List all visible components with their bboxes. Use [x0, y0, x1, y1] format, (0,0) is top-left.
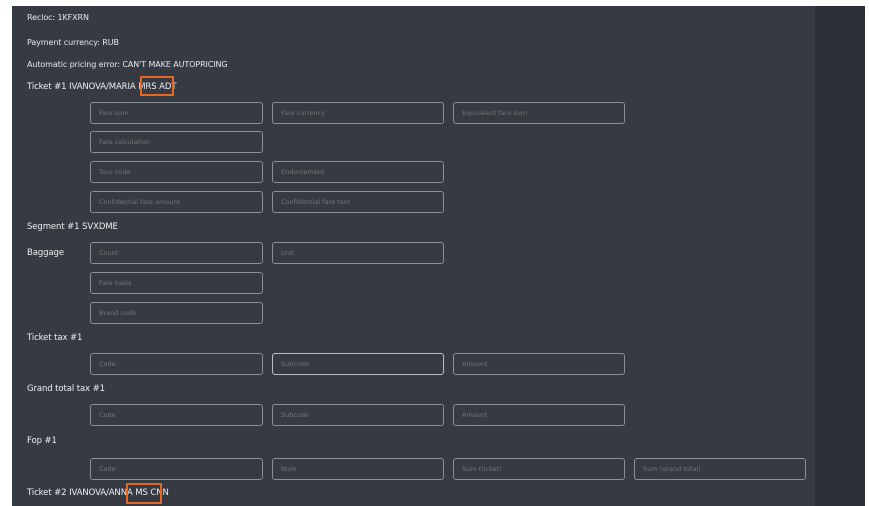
- pricing-error-text: Automatic pricing error: CAN'T MAKE AUTO…: [27, 60, 228, 69]
- fare-sum-field[interactable]: [90, 102, 263, 124]
- segment-1-title: Segment #1 SVXDME: [27, 222, 118, 232]
- equivalent-fare-sum-field[interactable]: [453, 102, 625, 124]
- ticket-1-pax-type-highlight: [140, 76, 174, 96]
- ticket-tax-amount-field[interactable]: [453, 353, 625, 375]
- endorsement-field[interactable]: [272, 161, 444, 183]
- brand-code-field[interactable]: [90, 302, 263, 324]
- ticket-tax-subcode-field[interactable]: [272, 353, 444, 375]
- grand-total-tax-subcode-field[interactable]: [272, 404, 444, 426]
- baggage-count-field[interactable]: [90, 242, 263, 264]
- tour-code-field[interactable]: [90, 161, 263, 183]
- fare-calculation-field[interactable]: [90, 131, 263, 153]
- baggage-label: Baggage: [27, 248, 64, 258]
- ticket-tax-title: Ticket tax #1: [27, 333, 83, 343]
- fop-num-field[interactable]: [272, 458, 444, 480]
- ticket-tax-code-field[interactable]: [90, 353, 263, 375]
- fare-currency-field[interactable]: [272, 102, 444, 124]
- fop-title: Fop #1: [27, 436, 57, 446]
- grand-total-tax-title: Grand total tax #1: [27, 384, 105, 394]
- ticket-1-passenger: Ticket #1 IVANOVA/MARIA MRS: [27, 82, 157, 92]
- confidential-fare-text-field[interactable]: [272, 191, 444, 213]
- fop-sum-ticket-field[interactable]: [453, 458, 625, 480]
- baggage-unit-field[interactable]: [272, 242, 444, 264]
- recloc-text: Recloc: 1KFXRN: [27, 13, 89, 22]
- fop-sum-grand-total-field[interactable]: [634, 458, 806, 480]
- fare-basis-field[interactable]: [90, 272, 263, 294]
- grand-total-tax-amount-field[interactable]: [453, 404, 625, 426]
- confidential-fare-amount-field[interactable]: [90, 191, 263, 213]
- payment-currency-text: Payment currency: RUB: [27, 38, 119, 47]
- fop-code-field[interactable]: [90, 458, 263, 480]
- ticket-2-pax-type-highlight: [126, 483, 162, 504]
- grand-total-tax-code-field[interactable]: [90, 404, 263, 426]
